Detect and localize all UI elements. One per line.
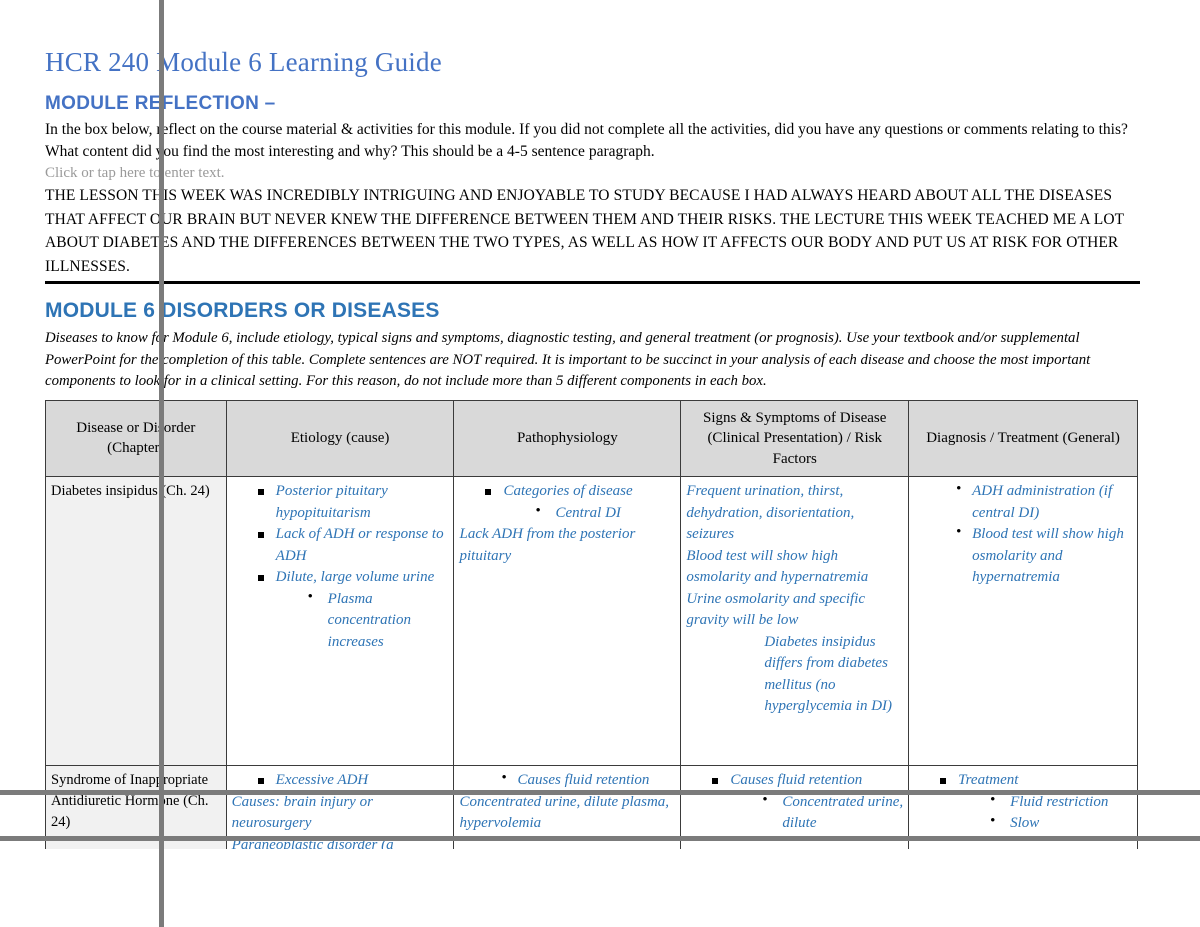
cell-paragraph-indented: Diabetes insipidus differs from diabetes…	[764, 633, 893, 715]
cell-paragraph: Concentrated urine, dilute plasma, hyper…	[459, 793, 670, 832]
sub-list-item: Central DI	[533, 501, 675, 525]
module-disorders-heading: Module 6 Disorders or Diseases	[45, 299, 440, 322]
reflection-placeholder[interactable]: Click or tap here to enter text.	[45, 163, 1140, 184]
list-item: Posterior pituitary hypopituitarism	[257, 481, 449, 524]
list-item-label: Causes fluid retention	[730, 772, 863, 788]
page-bottom-margin	[0, 849, 1200, 927]
cell-diagnosis-treatment[interactable]: Treatment Fluid restriction Slow	[908, 765, 1138, 861]
cell-paragraph: Causes: brain injury or neurosurgery	[231, 793, 373, 832]
list-item-label: Treatment	[958, 772, 1019, 788]
list-item: Categories of disease Central DI	[485, 481, 675, 524]
list-item: Lack of ADH or response to ADH	[257, 524, 449, 567]
column-header-disease: Disease or Disorder (Chapter)	[45, 399, 227, 477]
horizontal-guide-line-top	[0, 790, 1200, 795]
sub-list-item: Concentrated urine, dilute	[760, 790, 903, 835]
cell-etiology[interactable]: Posterior pituitary hypopituitarism Lack…	[225, 476, 455, 766]
list-item: Causes fluid retention Concentrated urin…	[712, 770, 903, 835]
list-item: Blood test will show high osmolarity and…	[954, 522, 1132, 589]
document-page: HCR 240 Module 6 Learning Guide Module R…	[0, 0, 1200, 927]
list-item: Dilute, large volume urine Plasma concen…	[257, 567, 449, 654]
module-reflection-heading: Module Reflection –	[45, 93, 276, 114]
cell-disease-name[interactable]: Diabetes insipidus (Ch. 24)	[45, 476, 227, 766]
horizontal-guide-line-bottom	[0, 836, 1200, 841]
cell-paragraph: Frequent urination, thirst, dehydration,…	[686, 483, 855, 542]
column-header-patho: Pathophysiology	[453, 399, 682, 477]
disorders-note: Diseases to know for Module 6, include e…	[45, 330, 1091, 389]
cell-signs-symptoms[interactable]: Frequent urination, thirst, dehydration,…	[680, 476, 910, 766]
column-header-etiology: Etiology (cause)	[225, 399, 455, 477]
cell-diagnosis-treatment[interactable]: ADH administration (if central DI) Blood…	[908, 476, 1138, 766]
cell-pathophysiology[interactable]: Categories of disease Central DI Lack AD…	[453, 476, 682, 766]
document-body: HCR 240 Module 6 Learning Guide Module R…	[45, 0, 1140, 861]
table-row: Syndrome of Inappropriate Antidiuretic H…	[45, 765, 1138, 861]
cell-etiology[interactable]: Excessive ADH Causes: brain injury or ne…	[225, 765, 455, 861]
list-item: Treatment Fluid restriction Slow	[940, 770, 1132, 835]
column-header-signs: Signs & Symptoms of Disease (Clinical Pr…	[680, 399, 910, 477]
cell-pathophysiology[interactable]: Causes fluid retention Concentrated urin…	[453, 765, 682, 861]
list-item-label: Categories of disease	[503, 483, 633, 499]
cell-paragraph: Lack ADH from the posterior pituitary	[459, 526, 636, 564]
sub-list-item: Slow	[988, 811, 1132, 835]
cell-signs-symptoms[interactable]: Causes fluid retention Concentrated urin…	[680, 765, 910, 861]
table-row: Diabetes insipidus (Ch. 24) Posterior pi…	[45, 476, 1138, 766]
list-item: Causes fluid retention	[499, 768, 675, 792]
reflection-instructions: In the box below, reflect on the course …	[45, 121, 1128, 160]
list-item: Excessive ADH	[257, 770, 449, 792]
vertical-guide-line	[159, 0, 164, 927]
cell-disease-name[interactable]: Syndrome of Inappropriate Antidiuretic H…	[45, 765, 227, 861]
cell-paragraph: Blood test will show high osmolarity and…	[686, 547, 869, 586]
list-item-label: Dilute, large volume urine	[275, 569, 435, 585]
list-item: ADH administration (if central DI)	[954, 479, 1132, 524]
sub-list-item: Plasma concentration increases	[306, 587, 449, 654]
cell-paragraph: Urine osmolarity and specific gravity wi…	[686, 590, 866, 629]
page-title: HCR 240 Module 6 Learning Guide	[45, 47, 442, 77]
reflection-answer-text[interactable]: THE LESSON THIS WEEK WAS INCREDIBLY INTR…	[45, 184, 1140, 278]
table-header-row: Disease or Disorder (Chapter) Etiology (…	[45, 399, 1138, 477]
column-header-diagnosis: Diagnosis / Treatment (General)	[908, 399, 1138, 477]
